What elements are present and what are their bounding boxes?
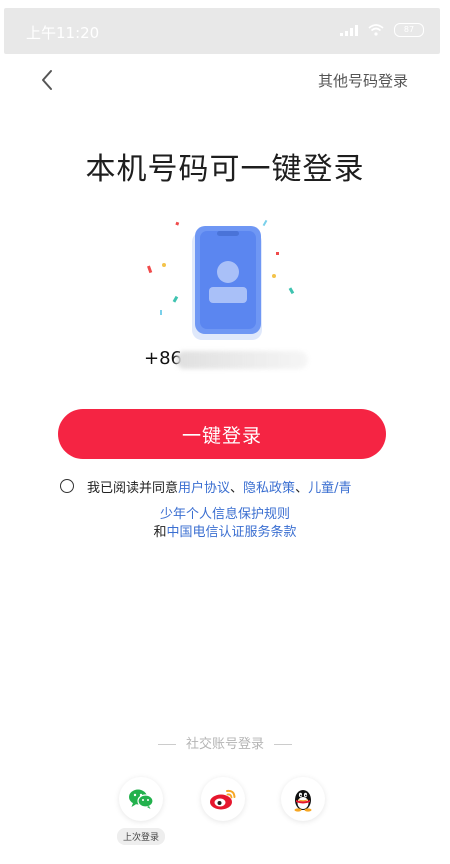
agreement-text-line2: 少年个人信息保护规则: [0, 503, 450, 522]
privacy-policy-link[interactable]: 隐私政策: [243, 481, 295, 496]
agreement-separator: 、: [230, 481, 244, 496]
divider-line: [157, 744, 176, 745]
status-time: 上午11:20: [26, 24, 100, 42]
last-login-badge: 上次登录: [117, 828, 166, 845]
telecom-terms-link[interactable]: 中国电信认证服务条款: [167, 525, 297, 540]
weibo-login-button[interactable]: [201, 777, 245, 821]
qq-icon: [294, 790, 312, 812]
agreement-text-line3: 和中国电信认证服务条款: [0, 521, 450, 540]
weibo-icon: [210, 789, 236, 810]
wifi-icon: [368, 24, 384, 36]
battery-level: 87: [403, 25, 415, 34]
agreement-and: 和: [153, 525, 167, 540]
battery-icon: 87: [394, 23, 424, 37]
agreement-prefix: 我已阅读并同意: [87, 481, 179, 496]
social-login-divider: 社交账号登录: [0, 733, 450, 752]
signal-icon: [340, 24, 358, 36]
wechat-icon: [129, 789, 154, 809]
chevron-left-icon: [42, 70, 52, 90]
back-button[interactable]: [34, 66, 64, 96]
divider-line: [274, 744, 292, 745]
qq-login-button[interactable]: [281, 777, 325, 821]
other-number-login-link[interactable]: 其他号码登录: [318, 70, 408, 91]
phone-number-mask: [176, 351, 308, 369]
status-icons: 87: [340, 23, 424, 37]
minor-policy-link[interactable]: 儿童/青: [308, 481, 351, 496]
agreement-checkbox[interactable]: [60, 479, 74, 493]
agreement-separator: 、: [295, 481, 309, 496]
page-title: 本机号码可一键登录: [85, 152, 365, 187]
status-bar: 上午11:20 87: [4, 8, 440, 54]
user-agreement-link[interactable]: 用户协议: [178, 481, 230, 496]
wechat-login-button[interactable]: [119, 777, 163, 821]
agreement-text-line1: 我已阅读并同意用户协议、隐私政策、儿童/青: [87, 477, 351, 496]
social-login-label: 社交账号登录: [185, 737, 264, 752]
phone-illustration: [140, 214, 310, 344]
minor-policy-link-cont[interactable]: 少年个人信息保护规则: [160, 507, 290, 522]
one-click-login-button[interactable]: 一键登录: [58, 409, 386, 459]
